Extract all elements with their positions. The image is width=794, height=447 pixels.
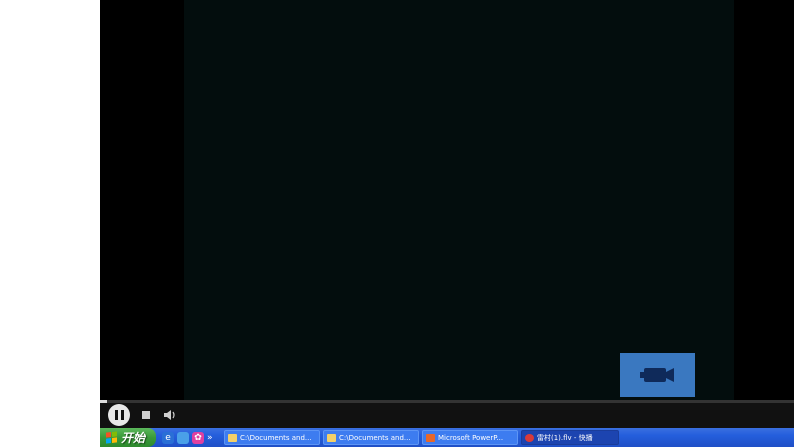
pause-button[interactable] (108, 404, 130, 426)
taskbar-item-qvod-player[interactable]: 雷村(1).flv - 快播 (521, 430, 619, 445)
volume-icon (164, 410, 175, 420)
windows-logo-icon (106, 431, 117, 444)
taskbar-item-powerpoint[interactable]: Microsoft PowerP... (422, 430, 518, 445)
blank-margin (0, 0, 100, 447)
stop-button[interactable] (140, 409, 152, 421)
player-controls (100, 403, 794, 428)
powerpoint-icon (426, 433, 435, 442)
video-camera-badge[interactable] (620, 353, 695, 397)
quick-launch-more[interactable]: » (207, 433, 213, 443)
video-player (100, 0, 794, 428)
task-label: C:\Documents and... (240, 433, 312, 442)
start-label: 开始 (121, 431, 146, 445)
pause-icon (113, 410, 125, 420)
taskbar-item-explorer-2[interactable]: C:\Documents and... (323, 430, 419, 445)
folder-icon (327, 433, 336, 442)
quick-launch-bar: e ✿ » (162, 428, 213, 447)
taskbar: 开始 e ✿ » C:\Documents and... C:\Document… (100, 428, 794, 447)
video-display[interactable] (184, 0, 734, 400)
task-label: Microsoft PowerP... (438, 433, 504, 442)
taskbar-item-explorer-1[interactable]: C:\Documents and... (224, 430, 320, 445)
internet-explorer-icon[interactable]: e (162, 431, 174, 444)
task-label: C:\Documents and... (339, 433, 411, 442)
start-button[interactable]: 开始 (100, 428, 156, 447)
folder-icon (228, 433, 237, 442)
volume-button[interactable] (162, 408, 178, 422)
stop-icon (142, 411, 150, 419)
task-label: 雷村(1).flv - 快播 (537, 433, 593, 442)
qvod-player-icon (525, 433, 534, 442)
flower-app-icon[interactable]: ✿ (192, 431, 204, 444)
video-camera-icon (640, 368, 674, 382)
show-desktop-icon[interactable] (177, 431, 189, 444)
